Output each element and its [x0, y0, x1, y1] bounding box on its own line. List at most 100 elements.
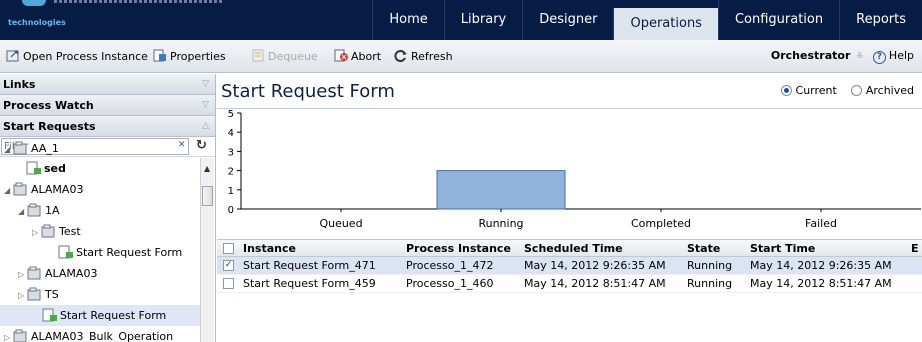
tree-node-selected[interactable]: Start Request Form [0, 305, 200, 326]
form-icon [26, 161, 41, 175]
expanded-triangle-icon: ◢ [4, 186, 11, 195]
scroll-up-icon[interactable]: ▲ [204, 164, 210, 173]
folder-icon [27, 203, 41, 217]
tree-node-label: sed [44, 162, 66, 175]
form-icon [42, 308, 57, 322]
tree-node-label: AA_1 [31, 142, 59, 155]
table-row[interactable]: Start Request Form_459 Processo_1_460 Ma… [217, 275, 922, 293]
folder-icon [41, 224, 55, 238]
col-scheduled-time[interactable]: Scheduled Time [524, 242, 623, 255]
col-instance[interactable]: Instance [243, 242, 296, 255]
refresh-button[interactable]: Refresh [394, 49, 453, 63]
left-panel: Links▽ Process Watch▽ Start Requests△ ✕ … [0, 74, 216, 342]
row-checkbox[interactable] [223, 278, 234, 289]
y-tick-label: 5 [228, 109, 234, 120]
tree-node-label: Start Request Form [60, 309, 167, 322]
properties-label: Properties [170, 50, 226, 63]
help-icon[interactable]: ? [872, 51, 886, 64]
y-tick-label: 4 [228, 128, 234, 139]
logo-tagline: technologies [8, 18, 66, 27]
folder-icon [13, 182, 27, 196]
row-checkbox-checked[interactable]: ✓ [223, 260, 234, 271]
cell-process: Processo_1_472 [406, 259, 494, 272]
user-help-area: Orchestrator ≚ ? Help [771, 49, 914, 64]
properties-icon [153, 49, 166, 62]
radio-current[interactable]: Current [780, 84, 837, 97]
tree-node-label: ALAMA03_Bulk_Operation [31, 330, 174, 342]
tree-node[interactable]: sed [26, 158, 66, 179]
process-watch-label: Process Watch [3, 99, 94, 112]
refresh-tree-icon[interactable]: ↻ [196, 138, 207, 153]
col-state[interactable]: State [687, 242, 720, 255]
accordion-links[interactable]: Links ▽ [0, 74, 215, 95]
y-tick-label: 0 [228, 205, 234, 216]
tree-node[interactable]: Start Request Form [58, 242, 182, 263]
tab-designer[interactable]: Designer [522, 0, 613, 40]
form-icon [58, 245, 73, 259]
tab-home[interactable]: Home [372, 0, 443, 40]
cell-process: Processo_1_460 [406, 277, 494, 290]
col-process-instance[interactable]: Process Instance [406, 242, 511, 255]
category-label-running: Running [478, 217, 523, 230]
table-header: Instance Process Instance Scheduled Time… [217, 239, 922, 257]
category-label-completed: Completed [631, 217, 691, 230]
instances-table: Instance Process Instance Scheduled Time… [217, 239, 922, 293]
tree-node[interactable]: ◢ ALAMA03 [4, 179, 83, 200]
status-chart: 0 1 2 3 4 5 Queued Running Completed Failed [217, 108, 922, 238]
main-nav: Home Library Designer Operations Configu… [372, 0, 922, 40]
tree-node[interactable]: ◢ 1A [18, 200, 60, 221]
accordion-process-watch[interactable]: Process Watch ▽ [0, 95, 215, 116]
col-end[interactable]: E [911, 242, 919, 255]
tree-node-label: Start Request Form [76, 246, 183, 259]
col-start-time[interactable]: Start Time [750, 242, 815, 255]
folder-icon [27, 287, 41, 301]
cell-state: Running [687, 277, 733, 290]
tree-node-label: ALAMA03 [31, 183, 84, 196]
refresh-icon [394, 50, 407, 62]
cell-scheduled: May 14, 2012 9:26:35 AM [524, 259, 666, 272]
tree-node[interactable]: ▷ TS [18, 284, 59, 305]
collapsed-triangle-icon: ▷ [4, 333, 11, 342]
y-tick-label: 1 [228, 186, 234, 197]
cell-start: May 14, 2012 8:51:47 AM [750, 277, 892, 290]
category-label-queued: Queued [319, 217, 362, 230]
tree-node[interactable]: ▷ ALAMA03 [18, 263, 97, 284]
expanded-triangle-icon: ◢ [4, 145, 11, 154]
y-tick-label: 3 [228, 147, 234, 158]
radio-unselected-icon [850, 85, 862, 96]
select-all-checkbox[interactable] [223, 243, 234, 254]
cell-start: May 14, 2012 9:26:35 AM [750, 259, 892, 272]
properties-button[interactable]: Properties [153, 49, 226, 63]
tree-node[interactable]: ▷ Test [32, 221, 81, 242]
tab-configuration[interactable]: Configuration [717, 0, 839, 40]
dequeue-label: Dequeue [268, 50, 318, 63]
chevron-down-icon: ▽ [202, 100, 209, 110]
cell-instance: Start Request Form_459 [243, 277, 376, 290]
abort-button[interactable]: Abort [334, 49, 381, 63]
collapsed-triangle-icon: ▷ [18, 291, 25, 300]
page-title: Start Request Form [221, 81, 395, 102]
tree-node[interactable]: ◢ AA_1 [4, 138, 59, 159]
company-logo: technologies [8, 0, 224, 40]
main-content: Start Request Form Current Archived 0 1 2 3… [217, 74, 922, 342]
folder-icon [27, 266, 41, 280]
dequeue-button[interactable]: Dequeue [251, 49, 318, 63]
tree-node[interactable]: ▷ ALAMA03_Bulk_Operation [4, 326, 173, 342]
user-menu[interactable]: Orchestrator [771, 49, 850, 62]
tab-operations[interactable]: Operations [613, 8, 718, 40]
help-link[interactable]: Help [889, 49, 914, 62]
abort-icon [334, 49, 348, 62]
tab-library[interactable]: Library [443, 0, 522, 40]
radio-archived[interactable]: Archived [850, 84, 914, 97]
scrollbar-thumb[interactable] [202, 186, 213, 206]
tab-reports[interactable]: Reports [839, 0, 922, 40]
y-tick-label: 2 [228, 167, 234, 178]
accordion-start-requests[interactable]: Start Requests △ [0, 116, 215, 137]
open-process-instance-button[interactable]: Open Process Instance [6, 49, 148, 63]
table-row[interactable]: ✓ Start Request Form_471 Processo_1_472 … [217, 257, 922, 275]
open-label: Open Process Instance [23, 50, 148, 63]
bar-running [436, 170, 566, 210]
clear-filter-icon[interactable]: ✕ [178, 140, 186, 150]
tree-scrollbar[interactable]: ▲ [200, 158, 214, 342]
chevron-down-icon[interactable]: ≚ [856, 52, 864, 62]
